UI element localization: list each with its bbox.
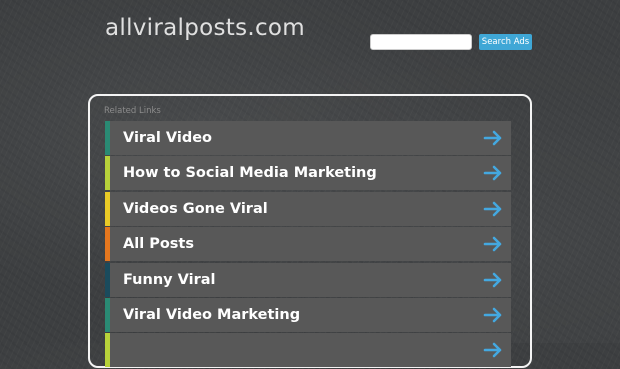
arrow-right-icon[interactable] xyxy=(483,271,503,289)
related-link-item[interactable] xyxy=(105,333,511,368)
related-links-list: Viral Video How to Social Media Marketing… xyxy=(105,121,511,369)
search-ads-button[interactable]: Search Ads xyxy=(479,34,532,50)
related-link-item[interactable]: How to Social Media Marketing xyxy=(105,156,511,191)
arrow-right-icon[interactable] xyxy=(483,235,503,253)
accent-bar xyxy=(105,227,110,262)
accent-bar xyxy=(105,191,110,226)
accent-bar xyxy=(105,121,110,155)
accent-bar xyxy=(105,333,110,368)
accent-bar xyxy=(105,297,110,332)
related-link-item[interactable]: Viral Video xyxy=(105,121,511,155)
related-link-item[interactable]: Funny Viral xyxy=(105,262,511,297)
related-link-label: Funny Viral xyxy=(123,271,216,288)
related-link-item[interactable]: Videos Gone Viral xyxy=(105,191,511,226)
related-link-label: All Posts xyxy=(123,236,194,253)
related-link-item[interactable]: Viral Video Marketing xyxy=(105,297,511,332)
arrow-right-icon[interactable] xyxy=(483,164,503,182)
accent-bar xyxy=(105,156,110,191)
related-link-item[interactable]: All Posts xyxy=(105,227,511,262)
arrow-right-icon[interactable] xyxy=(483,341,503,359)
arrow-right-icon[interactable] xyxy=(483,200,503,218)
accent-bar xyxy=(105,262,110,297)
arrow-right-icon[interactable] xyxy=(483,129,503,147)
search-input[interactable] xyxy=(370,34,472,50)
related-links-label: Related Links xyxy=(104,106,161,116)
site-title: allviralposts.com xyxy=(105,15,306,41)
related-link-label: How to Social Media Marketing xyxy=(123,165,377,182)
related-link-label: Videos Gone Viral xyxy=(123,200,268,217)
arrow-right-icon[interactable] xyxy=(483,306,503,324)
related-link-label: Viral Video Marketing xyxy=(123,306,301,323)
related-link-label: Viral Video xyxy=(123,130,213,146)
